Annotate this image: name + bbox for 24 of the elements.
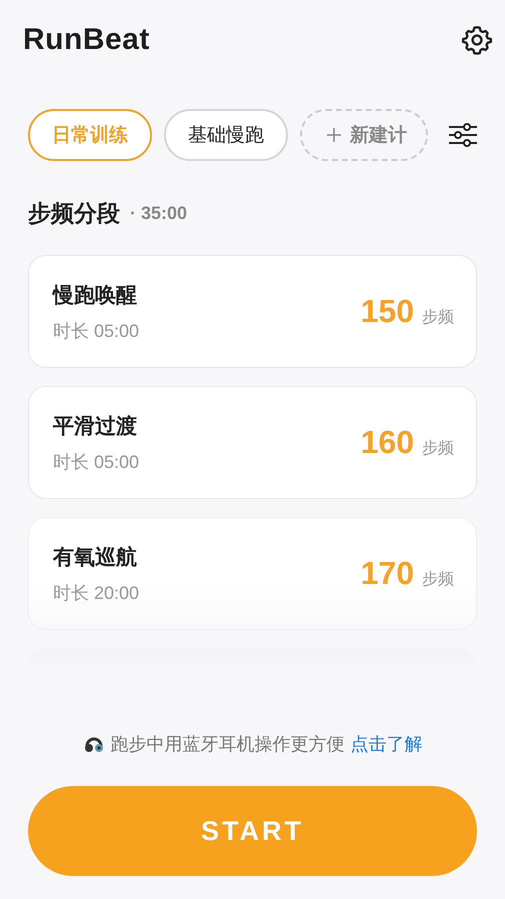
segment-card[interactable]: 有氧巡航 时长 20:00 170 步频	[28, 517, 477, 630]
segment-duration: 时长 20:00	[53, 582, 140, 604]
hint-text: 跑步中用蓝牙耳机操作更方便	[110, 733, 344, 756]
total-duration: · 35:00	[130, 203, 188, 224]
cadence-value: 170	[360, 555, 414, 592]
cadence-unit: 步频	[422, 438, 454, 459]
cadence-value: 160	[360, 424, 414, 461]
segment-name: 平滑过渡	[53, 414, 138, 440]
learn-more-link[interactable]: 点击了解	[350, 732, 422, 756]
cadence-unit: 步频	[422, 308, 454, 328]
segment-card[interactable]: 慢跑唤醒 时长 05:00 150 步频	[28, 255, 477, 368]
cadence-unit: 步频	[422, 570, 454, 590]
segment-name: 有氧巡航	[53, 544, 138, 570]
segment-name: 慢跑唤醒	[53, 282, 138, 308]
cadence-value: 150	[360, 293, 414, 330]
section-title: 步频分段	[28, 199, 120, 228]
app-title: RunBeat	[23, 23, 150, 57]
segment-duration: 时长 05:00	[53, 450, 140, 474]
plan-tab[interactable]: 基础慢跑	[164, 109, 288, 161]
filter-sliders-icon[interactable]	[448, 122, 478, 148]
plus-icon	[326, 127, 342, 143]
settings-icon[interactable]	[461, 24, 493, 56]
segment-duration: 时长 05:00	[53, 320, 140, 342]
segment-card[interactable]: 平滑过渡 时长 05:00 160 步频	[28, 386, 477, 499]
